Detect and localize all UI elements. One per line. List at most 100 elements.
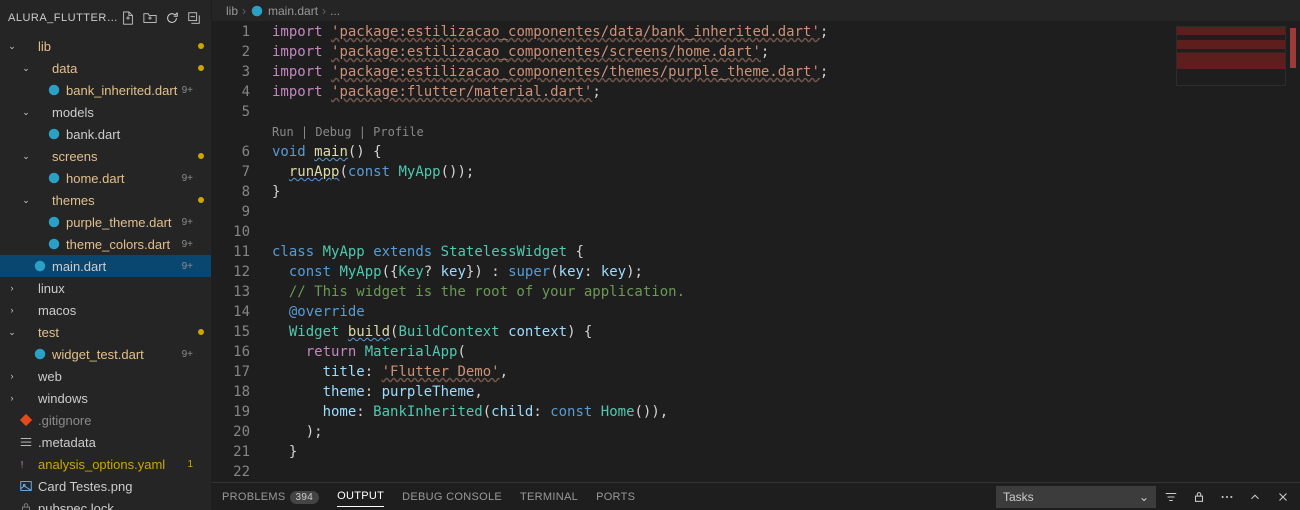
overview-ruler[interactable] bbox=[1286, 22, 1300, 482]
tree-item-label: pubspec.lock bbox=[38, 501, 197, 510]
code-line[interactable]: home: BankInherited(child: const Home())… bbox=[272, 402, 1300, 422]
code-line[interactable]: Widget build(BuildContext context) { bbox=[272, 322, 1300, 342]
code-line[interactable]: } bbox=[272, 442, 1300, 462]
problem-badge: 9+ bbox=[178, 239, 197, 250]
file-icon: ! bbox=[18, 457, 34, 471]
file-icon bbox=[18, 413, 34, 427]
code-line[interactable]: runApp(const MyApp()); bbox=[272, 162, 1300, 182]
code-line[interactable]: import 'package:estilizacao_componentes/… bbox=[272, 42, 1300, 62]
tree-item[interactable]: ⌄lib bbox=[0, 35, 211, 57]
explorer-header: ALURA_FLUTTER_... bbox=[0, 0, 211, 35]
tree-item[interactable]: home.dart9+ bbox=[0, 167, 211, 189]
project-name: ALURA_FLUTTER_... bbox=[8, 12, 119, 24]
tree-item[interactable]: .metadata bbox=[0, 431, 211, 453]
tree-item[interactable]: ⌄screens bbox=[0, 145, 211, 167]
code-line[interactable] bbox=[272, 462, 1300, 482]
modified-dot bbox=[197, 153, 205, 159]
tree-item-label: macos bbox=[38, 303, 197, 318]
chevron-icon: ⌄ bbox=[20, 195, 32, 206]
code-line[interactable]: } bbox=[272, 182, 1300, 202]
code-line[interactable]: ); bbox=[272, 422, 1300, 442]
chevron-icon: › bbox=[6, 393, 18, 403]
tree-item-label: main.dart bbox=[52, 259, 178, 274]
output-channel-label: Tasks bbox=[1003, 490, 1034, 504]
problem-badge: 9+ bbox=[178, 261, 197, 272]
tree-item[interactable]: › web bbox=[0, 365, 211, 387]
file-icon bbox=[46, 83, 62, 97]
code-line[interactable]: // This widget is the root of your appli… bbox=[272, 282, 1300, 302]
panel-tab[interactable]: TERMINAL bbox=[520, 487, 578, 507]
tree-item-label: home.dart bbox=[66, 171, 178, 186]
collapse-all-icon[interactable] bbox=[185, 9, 203, 27]
tree-item[interactable]: theme_colors.dart9+ bbox=[0, 233, 211, 255]
problems-count-badge: 394 bbox=[290, 491, 320, 504]
code-line[interactable] bbox=[272, 202, 1300, 222]
file-icon bbox=[46, 127, 62, 141]
tree-item[interactable]: bank.dart bbox=[0, 123, 211, 145]
code-line[interactable] bbox=[272, 102, 1300, 122]
tree-item[interactable]: ›windows bbox=[0, 387, 211, 409]
breadcrumb-folder: lib bbox=[226, 4, 238, 18]
code-line[interactable] bbox=[272, 222, 1300, 242]
tree-item-label: Card Testes.png bbox=[38, 479, 197, 494]
code-content[interactable]: import 'package:estilizacao_componentes/… bbox=[268, 22, 1300, 482]
chevron-right-icon: › bbox=[322, 4, 326, 18]
tree-item-label: web bbox=[38, 369, 197, 384]
code-line[interactable]: const MyApp({Key? key}) : super(key: key… bbox=[272, 262, 1300, 282]
tree-item[interactable]: !analysis_options.yaml1 bbox=[0, 453, 211, 475]
tree-item[interactable]: ⌄ themes bbox=[0, 189, 211, 211]
code-line[interactable]: return MaterialApp( bbox=[272, 342, 1300, 362]
breadcrumb[interactable]: lib › main.dart › ... bbox=[212, 4, 354, 18]
tree-item-label: .metadata bbox=[38, 435, 197, 450]
tree-item-label: models bbox=[52, 105, 197, 120]
code-line[interactable]: theme: purpleTheme, bbox=[272, 382, 1300, 402]
tree-item[interactable]: ⌄data bbox=[0, 57, 211, 79]
tree-item[interactable]: ⌄test bbox=[0, 321, 211, 343]
tree-item[interactable]: main.dart9+ bbox=[0, 255, 211, 277]
code-line[interactable]: void main() { bbox=[272, 142, 1300, 162]
minimap[interactable] bbox=[1176, 26, 1286, 86]
problem-badge: 9+ bbox=[178, 217, 197, 228]
new-folder-icon[interactable] bbox=[141, 9, 159, 27]
code-line[interactable]: @override bbox=[272, 302, 1300, 322]
maximize-panel-icon[interactable] bbox=[1248, 490, 1262, 504]
tree-item[interactable]: widget_test.dart9+ bbox=[0, 343, 211, 365]
more-icon[interactable] bbox=[1220, 490, 1234, 504]
tree-item[interactable]: bank_inherited.dart9+ bbox=[0, 79, 211, 101]
panel-tab[interactable]: PROBLEMS394 bbox=[222, 487, 319, 507]
code-editor[interactable]: 12345678910111213141516171819202122 impo… bbox=[212, 22, 1300, 482]
tree-item[interactable]: purple_theme.dart9+ bbox=[0, 211, 211, 233]
panel-tab[interactable]: OUTPUT bbox=[337, 486, 384, 507]
panel-tab[interactable]: PORTS bbox=[596, 487, 635, 507]
code-line[interactable]: import 'package:estilizacao_componentes/… bbox=[272, 62, 1300, 82]
filter-icon[interactable] bbox=[1164, 490, 1178, 504]
code-line[interactable]: import 'package:flutter/material.dart'; bbox=[272, 82, 1300, 102]
tree-item[interactable]: .gitignore bbox=[0, 409, 211, 431]
tree-item[interactable]: pubspec.lock bbox=[0, 497, 211, 510]
panel-tab[interactable]: DEBUG CONSOLE bbox=[402, 487, 502, 507]
tree-item[interactable]: ›macos bbox=[0, 299, 211, 321]
problem-badge: 9+ bbox=[178, 85, 197, 96]
code-line[interactable]: class MyApp extends StatelessWidget { bbox=[272, 242, 1300, 262]
tree-item-label: themes bbox=[52, 193, 197, 208]
tree-item-label: test bbox=[38, 325, 197, 340]
problem-badge: 1 bbox=[183, 459, 197, 470]
file-icon bbox=[46, 215, 62, 229]
code-line[interactable]: title: 'Flutter Demo', bbox=[272, 362, 1300, 382]
output-channel-select[interactable]: Tasks ⌄ bbox=[996, 486, 1156, 508]
code-line[interactable]: import 'package:estilizacao_componentes/… bbox=[272, 22, 1300, 42]
chevron-icon: › bbox=[6, 371, 18, 381]
new-file-icon[interactable] bbox=[119, 9, 137, 27]
tree-item[interactable]: Card Testes.png bbox=[0, 475, 211, 497]
tree-item-label: bank_inherited.dart bbox=[66, 83, 178, 98]
refresh-icon[interactable] bbox=[163, 9, 181, 27]
code-lens[interactable]: Run | Debug | Profile bbox=[272, 122, 1300, 142]
modified-dot bbox=[197, 329, 205, 335]
tree-item[interactable]: ⌄models bbox=[0, 101, 211, 123]
lock-icon[interactable] bbox=[1192, 490, 1206, 504]
chevron-down-icon: ⌄ bbox=[1139, 490, 1149, 504]
tree-item[interactable]: ›linux bbox=[0, 277, 211, 299]
file-tree: ⌄lib⌄databank_inherited.dart9+⌄modelsban… bbox=[0, 35, 211, 510]
close-panel-icon[interactable] bbox=[1276, 490, 1290, 504]
breadcrumb-bar: lib › main.dart › ... bbox=[212, 0, 1300, 22]
